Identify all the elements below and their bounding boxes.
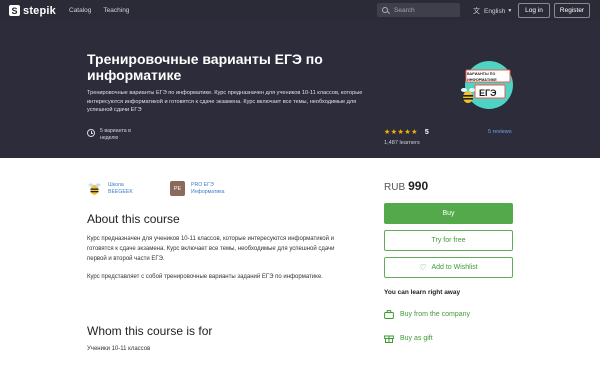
buy-as-gift-link[interactable]: Buy as gift [384,333,433,343]
course-authors: Школа BEEGEEK PE PRO ЕГЭ Информатика [87,181,253,196]
cover-art [461,61,513,109]
buy-as-gift-label: Buy as gift [400,334,433,342]
top-nav: S stepik Catalog Teaching Search 文 Engli… [0,0,600,21]
workload-text: 5 варианта в неделю [100,128,131,141]
chevron-down-icon: ▼ [507,8,513,14]
course-price: RUB 990 [384,179,428,193]
buy-from-company-link[interactable]: Buy from the company [384,309,470,319]
language-selector[interactable]: 文 English ▼ [473,6,512,16]
course-hero: Тренировочные варианты ЕГЭ по информатик… [0,21,600,158]
learners-count: 1,487 learners [384,140,420,146]
buy-from-company-label: Buy from the company [400,310,471,318]
cover-line-2: ИНФОРМАТИКЕ [467,78,497,82]
about-paragraph: Курс представляет с собой тренировочные … [87,274,323,280]
author-avatar: PE [170,181,185,196]
search-input[interactable]: Search [377,3,460,17]
rating-stars: ★★★★★ [384,129,418,136]
learn-right-away-title: You can learn right away [384,289,461,296]
logo-text: stepik [23,4,56,17]
reviews-link[interactable]: 5 reviews [488,129,512,135]
nav-link-teaching[interactable]: Teaching [103,7,129,14]
audience-heading: Whom this course is for [87,324,213,338]
course-rating: ★★★★★ 5 [384,128,429,137]
clock-icon [87,129,95,137]
course-summary: Тренировочные варианты ЕГЭ по информатик… [87,90,363,114]
bee-icon [88,183,101,195]
buy-button[interactable]: Buy [384,203,513,224]
briefcase-icon [384,309,394,319]
price-currency: RUB [384,182,406,193]
add-to-wishlist-button[interactable]: ♡ Add to Wishlist [384,257,513,278]
heart-icon: ♡ [419,263,427,272]
about-heading: About this course [87,212,180,226]
search-placeholder: Search [394,6,415,14]
course-workload: 5 варианта в неделю [87,128,140,141]
register-button[interactable]: Register [554,3,590,18]
author-item[interactable]: PE PRO ЕГЭ Информатика [170,181,225,196]
translate-icon: 文 [473,8,480,15]
about-paragraph: Курс предназначен для учеников 10-11 кла… [87,236,335,262]
author-name: Школа BEEGEEK [108,182,133,195]
search-icon [382,7,388,13]
nav-link-catalog[interactable]: Catalog [69,7,91,14]
price-value: 990 [408,179,429,193]
cover-line-3: ЕГЭ [479,88,497,98]
try-free-button[interactable]: Try for free [384,230,513,251]
author-item[interactable]: Школа BEEGEEK [87,181,142,196]
author-name: PRO ЕГЭ Информатика [191,182,225,195]
cover-line-1: ВАРИАНТЫ ПО [467,72,496,76]
course-cover: ВАРИАНТЫ ПО ИНФОРМАТИКЕ ЕГЭ [459,57,515,113]
rating-value: 5 [424,128,429,136]
stepik-logo[interactable]: S stepik [9,5,56,17]
course-title: Тренировочные варианты ЕГЭ по информатик… [87,51,323,83]
login-button[interactable]: Log in [518,3,550,18]
stepik-logo-icon: S [9,5,20,16]
wishlist-label: Add to Wishlist [431,264,478,271]
audience-text: Ученики 10-11 классов [87,346,151,352]
author-avatar [87,181,102,196]
gift-icon [384,333,394,343]
language-label: English [484,7,506,15]
